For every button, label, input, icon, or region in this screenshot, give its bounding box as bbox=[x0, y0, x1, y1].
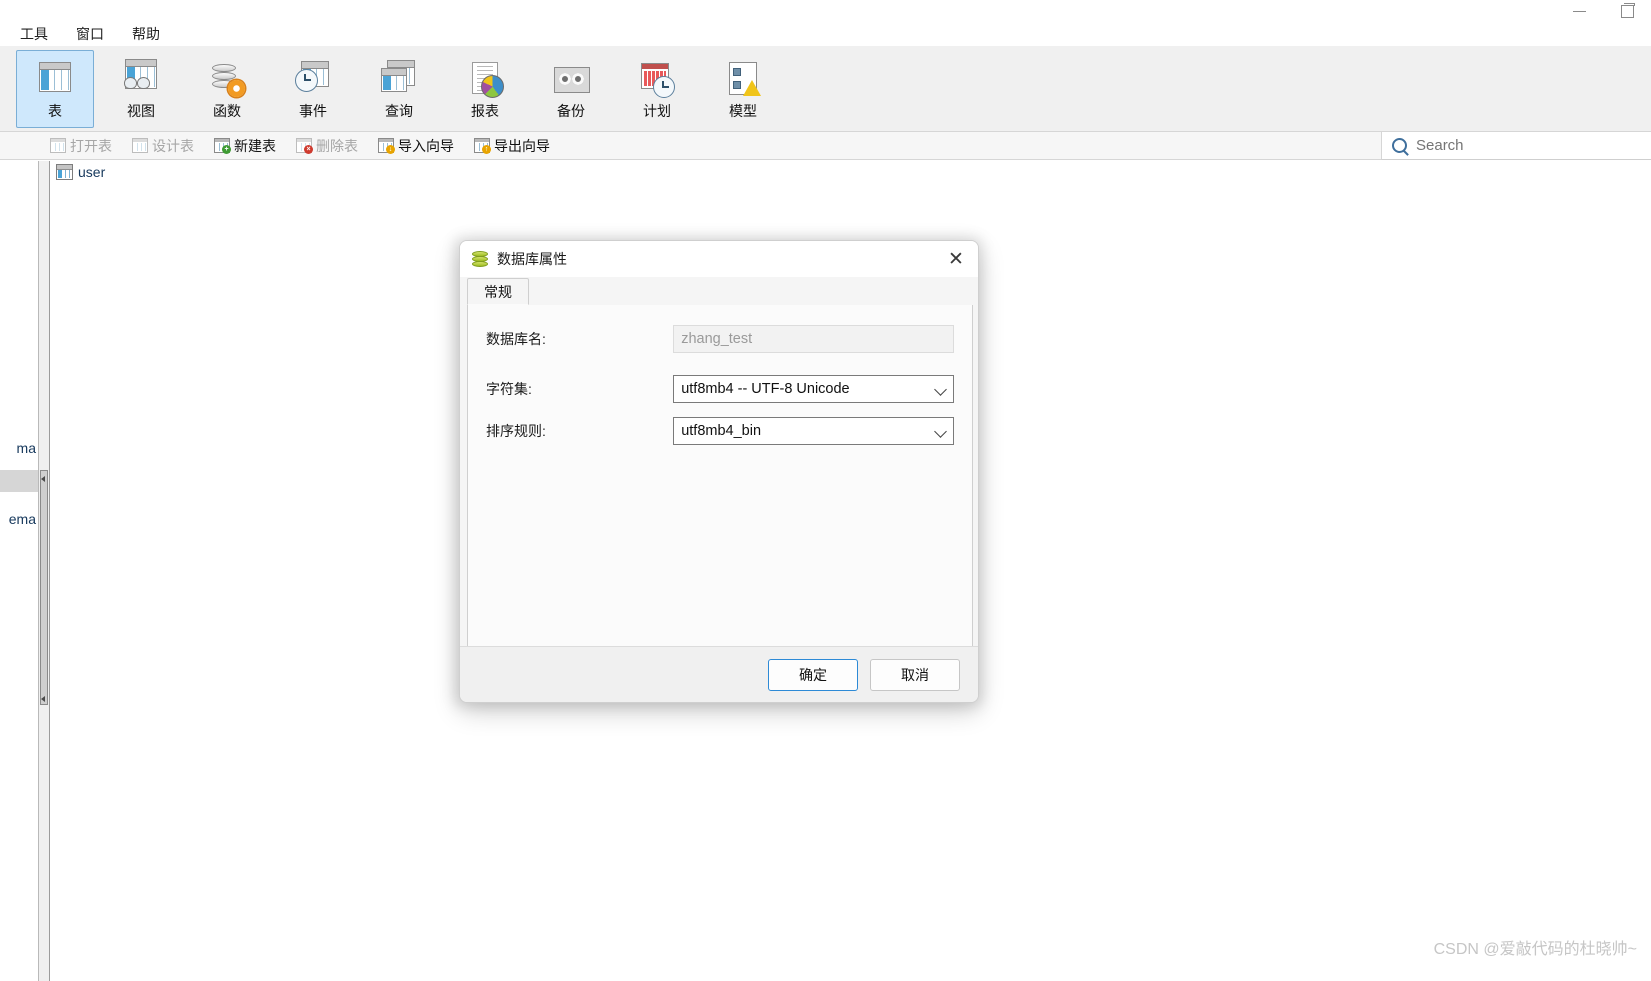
restore-button[interactable] bbox=[1603, 0, 1651, 22]
table-icon bbox=[56, 164, 73, 180]
export-wizard-label: 导出向导 bbox=[494, 137, 550, 154]
open-table-icon bbox=[50, 138, 66, 153]
database-properties-dialog: 数据库属性 ✕ 常规 数据库名: 字符集: utf8mb4 - bbox=[459, 240, 979, 703]
delete-table-label: 删除表 bbox=[316, 137, 358, 154]
field-database-name bbox=[673, 325, 954, 353]
schedule-icon bbox=[637, 59, 677, 99]
menu-item-help[interactable]: 帮助 bbox=[118, 23, 174, 45]
window-controls bbox=[1555, 0, 1651, 22]
import-wizard-button[interactable]: ↓ 导入向导 bbox=[374, 134, 458, 158]
design-table-icon bbox=[132, 138, 148, 153]
collation-select[interactable]: utf8mb4_bin bbox=[673, 417, 954, 445]
ribbon-button-model[interactable]: 模型 bbox=[704, 50, 782, 128]
report-icon bbox=[465, 59, 505, 99]
field-charset: utf8mb4 -- UTF-8 Unicode bbox=[673, 375, 954, 403]
ribbon-label-model: 模型 bbox=[729, 103, 757, 119]
ribbon-button-report[interactable]: 报表 bbox=[446, 50, 524, 128]
ribbon-button-backup[interactable]: 备份 bbox=[532, 50, 610, 128]
view-icon bbox=[121, 59, 161, 99]
dialog-tabstrip: 常规 bbox=[467, 277, 973, 306]
list-item-label: user bbox=[78, 164, 106, 180]
charset-select[interactable]: utf8mb4 -- UTF-8 Unicode bbox=[673, 375, 954, 403]
tree-item-fragment-2[interactable]: ema bbox=[9, 511, 36, 527]
panel-splitter[interactable] bbox=[39, 161, 50, 981]
close-icon[interactable]: ✕ bbox=[934, 241, 978, 277]
watermark: CSDN @爱敲代码的杜晓帅~ bbox=[1433, 941, 1637, 958]
ribbon-label-report: 报表 bbox=[471, 103, 499, 119]
export-wizard-icon: ↑ bbox=[474, 138, 491, 154]
form-row-collation: 排序规则: utf8mb4_bin bbox=[486, 417, 954, 445]
dialog-tab-panel-general: 数据库名: 字符集: utf8mb4 -- UTF-8 Unicode bbox=[467, 305, 973, 657]
form-row-charset: 字符集: utf8mb4 -- UTF-8 Unicode bbox=[486, 375, 954, 403]
import-wizard-icon: ↓ bbox=[378, 138, 395, 154]
dialog-title-bar: 数据库属性 ✕ bbox=[460, 241, 978, 277]
ribbon-button-table[interactable]: 表 bbox=[16, 50, 94, 128]
splitter-grip[interactable] bbox=[40, 470, 48, 705]
design-table-button[interactable]: 设计表 bbox=[128, 134, 198, 158]
open-table-button[interactable]: 打开表 bbox=[46, 134, 116, 158]
ribbon-button-schedule[interactable]: 计划 bbox=[618, 50, 696, 128]
dialog-footer: 确定 取消 bbox=[460, 646, 978, 702]
restore-icon bbox=[1620, 2, 1635, 18]
splitter-collapse-arrow-top[interactable] bbox=[41, 476, 45, 482]
design-table-label: 设计表 bbox=[152, 137, 194, 154]
import-wizard-label: 导入向导 bbox=[398, 137, 454, 154]
menu-bar: 工具 窗口 帮助 bbox=[0, 22, 1651, 46]
form-row-database-name: 数据库名: bbox=[486, 325, 954, 353]
application-window: 工具 窗口 帮助 表 视图 函数 事件 查询 报表 备份 计划 模型 打开表 设… bbox=[0, 0, 1651, 981]
ok-button[interactable]: 确定 bbox=[768, 658, 858, 691]
database-icon bbox=[472, 250, 488, 268]
ribbon-label-table: 表 bbox=[48, 103, 62, 119]
search-box[interactable] bbox=[1381, 132, 1651, 160]
schema-tree-panel[interactable]: ma ema bbox=[0, 161, 39, 981]
dialog-body: 常规 数据库名: 字符集: utf8mb4 -- UTF-8 Unicode bbox=[467, 277, 973, 657]
ribbon-button-query[interactable]: 查询 bbox=[360, 50, 438, 128]
tree-item-fragment-1[interactable]: ma bbox=[17, 440, 36, 456]
new-table-icon: + bbox=[214, 138, 231, 154]
tab-general[interactable]: 常规 bbox=[467, 278, 529, 305]
search-input[interactable] bbox=[1414, 136, 1618, 155]
open-table-label: 打开表 bbox=[70, 137, 112, 154]
export-wizard-button[interactable]: ↑ 导出向导 bbox=[470, 134, 554, 158]
ribbon-label-schedule: 计划 bbox=[643, 103, 671, 119]
title-bar bbox=[0, 0, 1651, 22]
minimize-button[interactable] bbox=[1555, 0, 1603, 22]
ribbon-label-view: 视图 bbox=[127, 103, 155, 119]
model-icon bbox=[723, 59, 763, 99]
ribbon-button-function[interactable]: 函数 bbox=[188, 50, 266, 128]
delete-table-button[interactable]: × 删除表 bbox=[292, 134, 362, 158]
tree-selected-row[interactable] bbox=[0, 470, 38, 492]
field-collation: utf8mb4_bin bbox=[673, 417, 954, 445]
ribbon-label-event: 事件 bbox=[299, 103, 327, 119]
search-icon bbox=[1392, 138, 1407, 153]
new-table-button[interactable]: + 新建表 bbox=[210, 134, 280, 158]
new-table-label: 新建表 bbox=[234, 137, 276, 154]
minimize-icon bbox=[1572, 10, 1586, 12]
label-collation: 排序规则: bbox=[486, 423, 546, 439]
list-item[interactable]: user bbox=[50, 161, 1651, 183]
dialog-title: 数据库属性 bbox=[497, 251, 567, 267]
delete-table-icon: × bbox=[296, 138, 313, 154]
table-icon bbox=[35, 59, 75, 99]
label-database-name: 数据库名: bbox=[486, 331, 546, 347]
ribbon-label-query: 查询 bbox=[385, 103, 413, 119]
ribbon-label-function: 函数 bbox=[213, 103, 241, 119]
database-name-input[interactable] bbox=[673, 325, 954, 353]
ribbon-toolbar: 表 视图 函数 事件 查询 报表 备份 计划 模型 bbox=[0, 46, 1651, 132]
menu-item-tools[interactable]: 工具 bbox=[6, 23, 62, 45]
splitter-collapse-arrow-bottom[interactable] bbox=[41, 696, 45, 702]
event-icon bbox=[293, 59, 333, 99]
menu-item-window[interactable]: 窗口 bbox=[62, 23, 118, 45]
ribbon-button-event[interactable]: 事件 bbox=[274, 50, 352, 128]
cancel-button[interactable]: 取消 bbox=[870, 658, 960, 691]
collation-value: utf8mb4_bin bbox=[681, 423, 762, 439]
backup-icon bbox=[551, 59, 591, 99]
ribbon-button-view[interactable]: 视图 bbox=[102, 50, 180, 128]
function-icon bbox=[207, 59, 247, 99]
query-icon bbox=[379, 59, 419, 99]
label-charset: 字符集: bbox=[486, 381, 532, 397]
ribbon-label-backup: 备份 bbox=[557, 103, 585, 119]
charset-value: utf8mb4 -- UTF-8 Unicode bbox=[681, 381, 850, 397]
